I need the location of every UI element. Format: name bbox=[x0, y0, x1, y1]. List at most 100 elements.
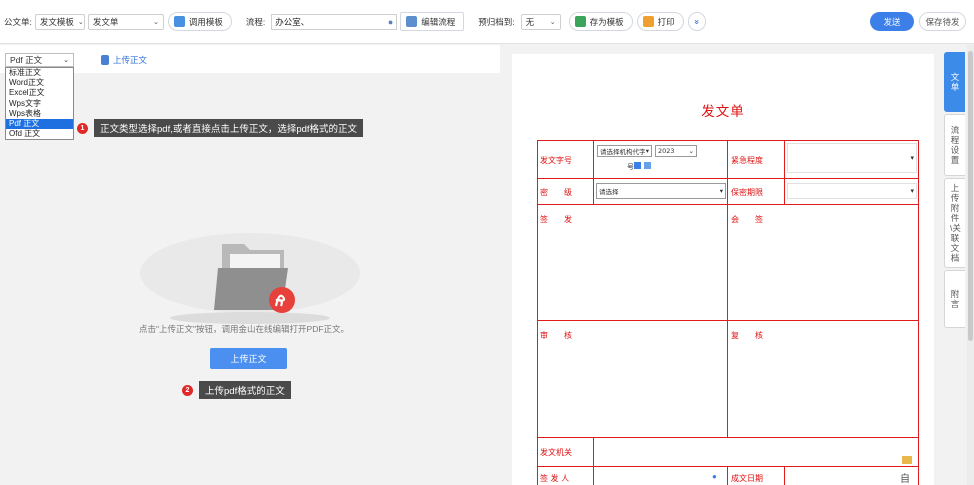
flow-input[interactable]: 办公室、 ● bbox=[271, 13, 398, 30]
upload-doc-icon bbox=[101, 55, 109, 65]
caret-down-icon: ▾ bbox=[910, 187, 914, 195]
dropdown-option-word[interactable]: Word正文 bbox=[6, 78, 73, 88]
dropdown-option-wps-text[interactable]: Wps文字 bbox=[6, 99, 73, 109]
upload-hint-text: 点击"上传正文"按钮，调用金山在线编辑打开PDF正文。 bbox=[139, 324, 350, 334]
tab-postscript-label: 附言 bbox=[950, 289, 960, 309]
edit-flow-label: 编辑流程 bbox=[421, 16, 456, 27]
refresh-number-icon[interactable] bbox=[644, 162, 651, 169]
countersign-label: 会 签 bbox=[731, 215, 763, 224]
form-col-divider bbox=[593, 466, 594, 485]
security-level-select-value: 请选择 bbox=[599, 188, 619, 196]
print-icon bbox=[642, 16, 654, 27]
issuing-org-label: 发文机关 bbox=[540, 448, 572, 457]
form-col-divider bbox=[593, 140, 594, 204]
more-button[interactable]: » bbox=[687, 12, 707, 31]
top-toolbar: 公文单: 发文模板 ⌄ 发文单 ⌄ 调用模板 流程: 办公室、 ● 编辑流程 预… bbox=[0, 0, 974, 44]
archive-label: 预归档到: bbox=[478, 16, 515, 27]
form-row-divider bbox=[537, 466, 919, 467]
tab-attachments-label: 上传附件\关联文档 bbox=[950, 183, 961, 263]
double-chevron-down-icon: » bbox=[692, 19, 703, 24]
flow-input-value: 办公室、 bbox=[275, 16, 310, 27]
user-icon[interactable]: ● bbox=[388, 17, 393, 27]
chevron-down-icon: ⌄ bbox=[77, 18, 84, 26]
form-row-divider bbox=[537, 320, 919, 321]
caret-down-icon: ▾ bbox=[719, 187, 723, 195]
template-icon bbox=[173, 16, 185, 27]
recheck-label: 复 核 bbox=[731, 331, 763, 340]
dropdown-option-pdf[interactable]: Pdf 正文 bbox=[6, 118, 73, 130]
flow-icon bbox=[406, 16, 418, 27]
dropdown-option-excel[interactable]: Excel正文 bbox=[6, 88, 73, 98]
tab-form[interactable]: 文单 bbox=[944, 52, 965, 112]
step-badge-1: 1 bbox=[77, 123, 88, 134]
archive-select[interactable]: 无 ⌄ bbox=[520, 13, 561, 30]
dropdown-option-wps-sheet[interactable]: Wps表格 bbox=[6, 109, 73, 119]
tab-attachments[interactable]: 上传附件\关联文档 bbox=[944, 178, 965, 268]
dropdown-option-standard[interactable]: 标准正文 bbox=[6, 68, 73, 78]
upload-doc-link-label: 上传正文 bbox=[113, 55, 148, 65]
save-icon bbox=[574, 16, 586, 27]
flow-label: 流程: bbox=[245, 16, 266, 27]
call-template-label: 调用模板 bbox=[188, 16, 223, 27]
doc-type-select-value: Pdf 正文 bbox=[10, 55, 43, 65]
tab-postscript[interactable]: 附言 bbox=[944, 270, 965, 328]
save-template-button[interactable]: 存为模板 bbox=[568, 12, 633, 31]
upload-doc-link[interactable]: 上传正文 bbox=[101, 54, 147, 66]
form-select[interactable]: 发文单 ⌄ bbox=[87, 13, 164, 30]
date-label: 成文日期 bbox=[731, 474, 763, 483]
form-row-divider bbox=[537, 437, 919, 438]
scrollbar-thumb[interactable] bbox=[968, 51, 973, 341]
org-code-select-value: 请选择机构代字 bbox=[600, 148, 646, 156]
tooltip-step-1: 正文类型选择pdf,或者直接点击上传正文，选择pdf格式的正文 bbox=[94, 119, 364, 137]
user-icon[interactable]: ● bbox=[712, 472, 717, 481]
chevron-down-icon: ⌄ bbox=[688, 147, 694, 155]
form-title: 发文单 bbox=[701, 104, 745, 119]
template-select-value: 发文模板 bbox=[39, 16, 74, 27]
dropdown-option-ofd[interactable]: Ofd 正文 bbox=[6, 129, 73, 139]
sender-label: 签 发 人 bbox=[540, 474, 570, 483]
tab-flow-settings[interactable]: 流程设置 bbox=[944, 114, 965, 176]
doc-type-dropdown: 标准正文 Word正文 Excel正文 Wps文字 Wps表格 Pdf 正文 O… bbox=[5, 67, 74, 141]
tab-form-label: 文单 bbox=[950, 72, 960, 92]
form-col-divider bbox=[727, 466, 728, 485]
org-picker-icon[interactable] bbox=[902, 456, 912, 464]
review-label: 审 核 bbox=[540, 331, 572, 340]
form-col-divider bbox=[727, 140, 728, 437]
left-panel-header bbox=[0, 45, 500, 73]
urgency-label: 紧急程度 bbox=[731, 156, 763, 165]
template-select[interactable]: 发文模板 ⌄ bbox=[34, 13, 85, 30]
call-template-button[interactable]: 调用模板 bbox=[167, 12, 232, 31]
tooltip-step-2: 上传pdf格式的正文 bbox=[199, 381, 291, 399]
form-col-divider bbox=[784, 466, 785, 485]
form-select-value: 发文单 bbox=[92, 16, 119, 27]
empty-folder-illustration bbox=[140, 233, 360, 324]
archive-select-value: 无 bbox=[525, 16, 535, 27]
caret-down-icon: ▾ bbox=[910, 154, 914, 162]
chevron-down-icon: ⌄ bbox=[153, 18, 159, 26]
send-button[interactable]: 发送 bbox=[870, 12, 914, 31]
step-badge-2: 2 bbox=[182, 385, 193, 396]
org-code-select[interactable]: 请选择机构代字 ▾ bbox=[597, 145, 652, 157]
print-button[interactable]: 打印 bbox=[636, 12, 684, 31]
form-row-divider bbox=[537, 204, 919, 205]
chevron-down-icon: ⌄ bbox=[549, 18, 556, 26]
print-label: 打印 bbox=[657, 16, 675, 27]
doc-number-label: 发文字号 bbox=[540, 156, 572, 165]
doc-type-label: 公文单: bbox=[4, 16, 32, 27]
upload-doc-button[interactable]: 上传正文 bbox=[210, 348, 287, 369]
doc-type-select[interactable]: Pdf 正文 ⌄ bbox=[5, 53, 74, 67]
right-scrollbar[interactable] bbox=[967, 45, 974, 485]
security-level-select[interactable]: 请选择 ▾ bbox=[596, 183, 726, 199]
calendar-icon[interactable]: 自 bbox=[900, 470, 910, 485]
edit-number-icon[interactable] bbox=[634, 162, 641, 169]
security-level-label: 密 级 bbox=[540, 188, 572, 197]
save-pending-button[interactable]: 保存待发 bbox=[919, 12, 966, 31]
form-col-divider bbox=[784, 140, 785, 204]
year-select[interactable]: 2023 ⌄ bbox=[655, 145, 697, 157]
tab-flow-settings-label: 流程设置 bbox=[950, 125, 960, 165]
urgency-select[interactable]: ▾ bbox=[787, 143, 917, 173]
chevron-down-icon: ⌄ bbox=[63, 57, 69, 64]
edit-flow-button[interactable]: 编辑流程 bbox=[400, 12, 465, 31]
secret-period-select[interactable]: ▾ bbox=[787, 183, 917, 199]
sign-label: 签 发 bbox=[540, 215, 572, 224]
